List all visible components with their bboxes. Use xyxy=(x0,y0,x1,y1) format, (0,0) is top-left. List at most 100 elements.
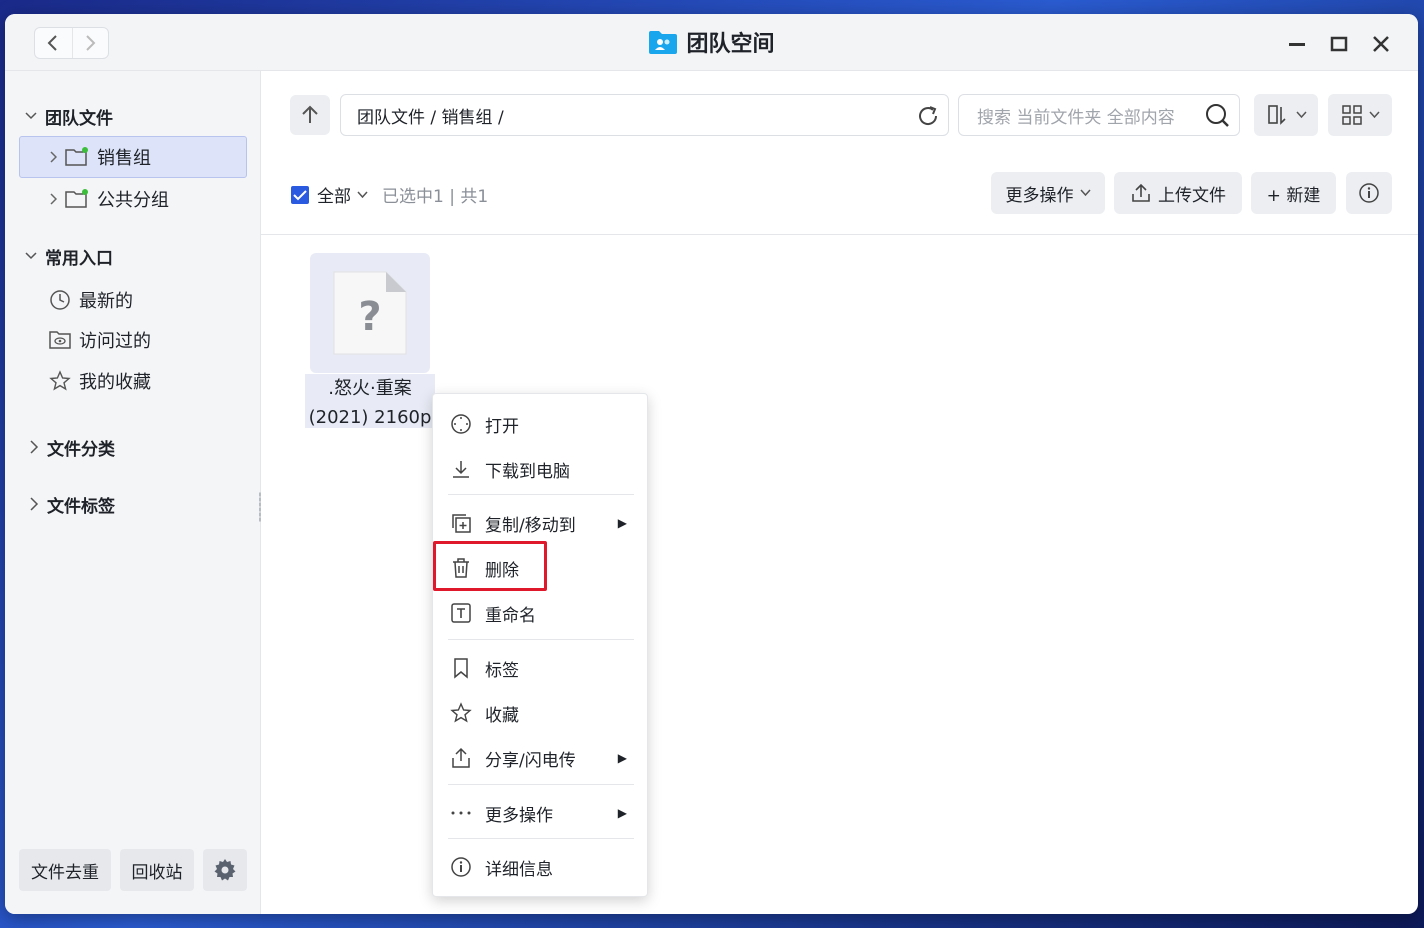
sidebar-item-recent[interactable]: 最新的 xyxy=(49,286,133,314)
share-icon xyxy=(452,747,470,768)
menu-item-label: 复制/移动到 xyxy=(485,515,576,536)
sidebar-item-visited[interactable]: 访问过的 xyxy=(49,326,151,354)
sidebar-section-label: 文件分类 xyxy=(47,439,115,460)
sidebar-item-group-public[interactable]: 公共分组 xyxy=(49,185,169,213)
more-operations-label: 更多操作 xyxy=(1005,185,1074,206)
dedup-label: 文件去重 xyxy=(31,862,99,883)
chevron-right-icon xyxy=(30,440,39,454)
menu-item-download[interactable]: 下载到电脑 xyxy=(433,449,647,489)
file-thumbnail[interactable]: ? xyxy=(310,253,430,373)
recycle-bin-label: 回收站 xyxy=(131,862,183,883)
refresh-icon[interactable] xyxy=(916,104,940,128)
visited-folder-icon xyxy=(49,331,71,349)
open-icon xyxy=(451,414,471,434)
menu-item-label: 重命名 xyxy=(485,605,536,626)
sidebar-item-label: 访问过的 xyxy=(79,331,151,352)
gear-icon xyxy=(214,859,236,881)
upload-button[interactable]: 上传文件 xyxy=(1114,172,1242,214)
sidebar-section-common[interactable]: 常用入口 xyxy=(25,243,113,269)
submenu-arrow-icon: ▶ xyxy=(617,806,627,820)
menu-separator xyxy=(448,639,634,640)
delete-highlight-box xyxy=(433,541,547,591)
star-icon xyxy=(450,702,472,723)
checkmark-icon xyxy=(293,189,307,200)
minimize-button[interactable] xyxy=(1283,30,1311,58)
sidebar-section-team-files[interactable]: 团队文件 xyxy=(25,103,113,129)
chevron-down-icon[interactable] xyxy=(357,190,368,199)
select-all-label[interactable]: 全部 xyxy=(317,182,351,207)
sidebar-section-label: 文件标签 xyxy=(47,496,115,517)
sort-icon xyxy=(1267,105,1286,125)
menu-item-label: 更多操作 xyxy=(485,805,553,826)
selection-status: 已选中1 | 共1 xyxy=(382,187,489,207)
menu-item-label: 打开 xyxy=(485,416,519,437)
menu-item-label: 详细信息 xyxy=(485,859,553,880)
menu-separator xyxy=(448,838,634,839)
settings-button[interactable] xyxy=(203,849,247,891)
path-bar[interactable]: 团队文件 / 销售组 / xyxy=(340,94,949,136)
menu-item-details[interactable]: 详细信息 xyxy=(433,847,647,887)
menu-item-favorite[interactable]: 收藏 xyxy=(433,693,647,733)
info-icon xyxy=(451,857,471,877)
menu-item-tag[interactable]: 标签 xyxy=(433,648,647,688)
chevron-down-icon xyxy=(25,252,37,260)
search-input[interactable]: 搜索 当前文件夹 全部内容 xyxy=(958,94,1240,136)
dedup-button[interactable]: 文件去重 xyxy=(19,849,111,891)
menu-item-open[interactable]: 打开 xyxy=(433,404,647,444)
info-icon xyxy=(1359,183,1379,203)
select-all-checkbox[interactable] xyxy=(291,185,309,204)
close-button[interactable] xyxy=(1367,30,1395,58)
more-operations-button[interactable]: 更多操作 xyxy=(991,172,1105,214)
grid-view-icon xyxy=(1341,105,1362,125)
minimize-icon xyxy=(1289,43,1305,46)
chevron-down-icon xyxy=(1079,189,1091,197)
sidebar-section-category[interactable]: 文件分类 xyxy=(29,434,115,460)
toolbar-divider xyxy=(261,234,1418,235)
maximize-button[interactable] xyxy=(1325,30,1353,58)
menu-item-label: 分享/闪电传 xyxy=(485,750,576,771)
sidebar-item-label: 最新的 xyxy=(79,291,133,312)
file-name[interactable]: .怒火·重案 (2021) 2160p EAC... xyxy=(305,374,435,428)
parent-folder-button[interactable] xyxy=(290,95,330,135)
chevron-down-icon xyxy=(25,112,37,120)
download-icon xyxy=(453,461,469,478)
submenu-arrow-icon: ▶ xyxy=(617,516,627,530)
search-placeholder: 搜索 当前文件夹 全部内容 xyxy=(977,107,1175,128)
sidebar-section-label: 团队文件 xyxy=(45,108,113,129)
submenu-arrow-icon: ▶ xyxy=(617,751,627,765)
chevron-right-icon xyxy=(30,497,39,511)
chevron-right-icon xyxy=(50,193,57,205)
menu-item-copy-move[interactable]: 复制/移动到 ▶ xyxy=(433,503,647,543)
app-window: 团队空间 团队文件 销售组 公共分组 常用入口 最新的 访问过的 我的收藏 文件… xyxy=(5,14,1418,914)
info-button[interactable] xyxy=(1346,172,1392,214)
menu-separator xyxy=(448,494,634,495)
chevron-down-icon xyxy=(1295,111,1307,119)
window-title: 团队空间 xyxy=(686,32,775,57)
chevron-down-icon xyxy=(1368,111,1380,119)
arrow-up-icon xyxy=(302,105,318,123)
menu-separator xyxy=(448,784,634,785)
menu-item-label: 下载到电脑 xyxy=(485,461,570,482)
chevron-right-icon xyxy=(50,151,57,163)
view-mode-dropdown[interactable] xyxy=(1328,94,1392,136)
sidebar-section-tags[interactable]: 文件标签 xyxy=(29,491,115,517)
recycle-bin-button[interactable]: 回收站 xyxy=(120,849,194,891)
sidebar-item-favorites[interactable]: 我的收藏 xyxy=(49,367,151,395)
sidebar-section-label: 常用入口 xyxy=(45,248,113,269)
unknown-file-icon: ? xyxy=(333,271,407,355)
new-button[interactable]: + 新建 xyxy=(1251,172,1336,214)
path-text: 团队文件 / 销售组 / xyxy=(357,107,504,128)
menu-item-share[interactable]: 分享/闪电传 ▶ xyxy=(433,738,647,778)
close-icon xyxy=(1373,36,1389,52)
menu-item-rename[interactable]: 重命名 xyxy=(433,593,647,633)
clock-icon xyxy=(50,290,70,310)
menu-item-more[interactable]: 更多操作 ▶ xyxy=(433,793,647,833)
shared-folder-icon xyxy=(65,189,88,208)
bookmark-icon xyxy=(454,658,468,679)
sort-dropdown[interactable] xyxy=(1254,94,1318,136)
sidebar-item-group-sales[interactable]: 销售组 xyxy=(49,143,151,171)
sidebar-item-label: 销售组 xyxy=(97,148,151,169)
menu-item-label: 收藏 xyxy=(485,705,519,726)
context-menu: 打开 下载到电脑 复制/移动到 ▶ 删除 重命名 标签 收藏 分享/闪电传 ▶ … xyxy=(432,393,648,897)
new-label: + 新建 xyxy=(1266,185,1321,206)
